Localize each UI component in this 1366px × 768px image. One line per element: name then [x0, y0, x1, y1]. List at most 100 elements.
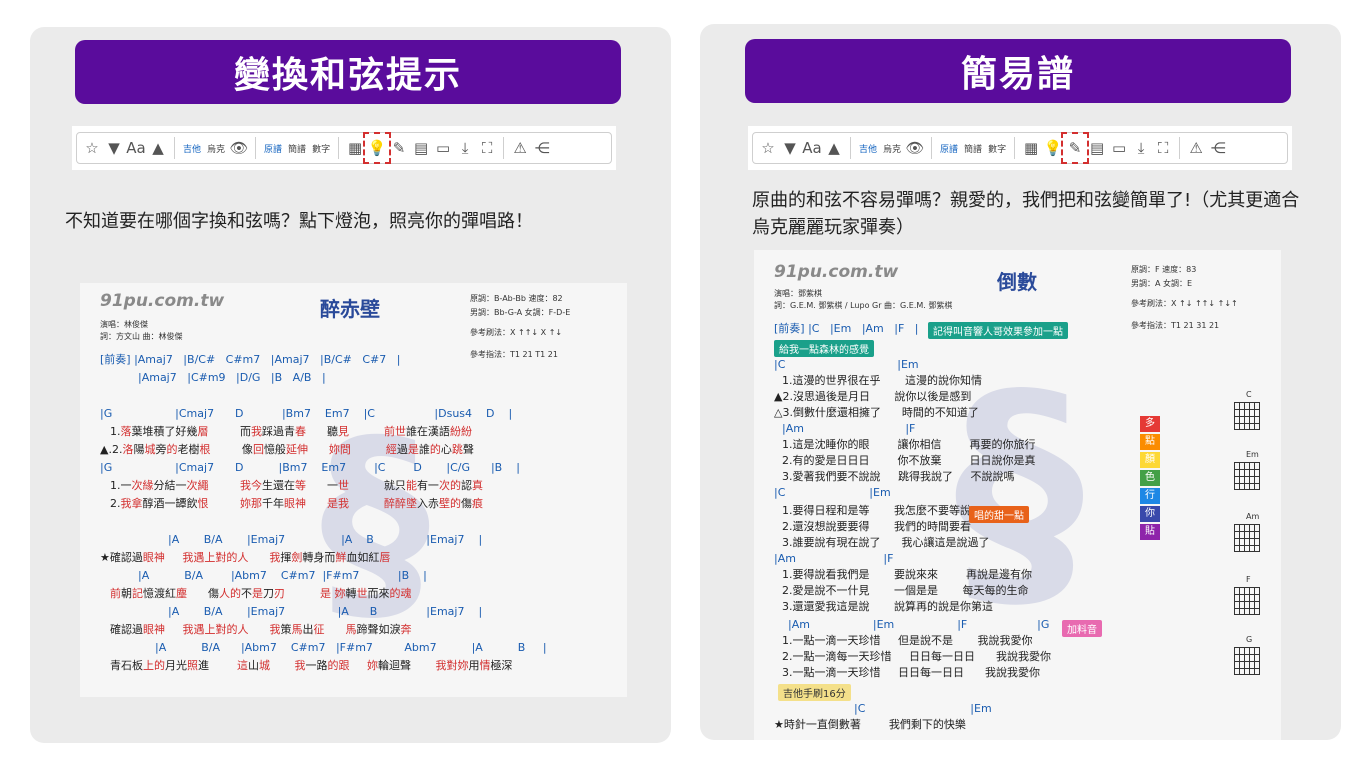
toolbar-separator	[503, 137, 505, 159]
fullscreen-icon[interactable]: ⛶	[1152, 135, 1174, 161]
save-icon[interactable]: ▭	[432, 135, 454, 161]
font-larger-icon[interactable]: ▲	[823, 135, 845, 161]
toolbar-separator	[1179, 137, 1181, 159]
key-info-2: 男調：A 女調：E	[1131, 279, 1193, 288]
chord-diagram-name: F	[1246, 575, 1251, 584]
banner-chord-hint: 變換和弦提示	[75, 40, 621, 104]
download-icon[interactable]: ⤓	[1130, 135, 1152, 161]
font-smaller-icon[interactable]: ▼	[779, 135, 801, 161]
chord-diagram	[1234, 587, 1260, 615]
chord-diagram	[1234, 647, 1260, 675]
chord-line: |Amaj7 |C#m9 |D/G |B A/B |	[138, 371, 326, 384]
lyric-line: 2.一點一滴每一天珍惜 日日每一日日 我說我愛你	[782, 650, 1051, 663]
strum-pattern: 參考刷法：X ↑↑↓ X ↑↓	[470, 328, 563, 337]
annotation-tag: 吉他手刷16分	[778, 684, 851, 701]
ukulele-tab[interactable]: 烏克	[880, 135, 904, 161]
lyric-line: 2.我拿醇酒一罈飲恨 妳那千年眼神 是我 醉醉墜入赤壁的傷痕	[110, 497, 483, 510]
table-icon[interactable]: ▦	[344, 135, 366, 161]
song-title: 醉赤壁	[320, 297, 380, 321]
strum-pattern: 參考刷法：X ↑↓ ↑↑↓ ↑↓↑	[1131, 299, 1238, 308]
lyric-line: 確認過眼神 我遇上對的人 我策馬出征 馬蹄聲如淚奔	[110, 623, 412, 636]
hide-icon[interactable]: 👁	[904, 135, 926, 161]
chord-line: |G |Cmaj7 D |Bm7 Em7 |C |Dsus4 D |	[100, 407, 513, 420]
star-icon[interactable]: ☆	[757, 135, 779, 161]
guitar-tab[interactable]: 吉他	[180, 135, 204, 161]
chord-line: |C |Em	[774, 486, 891, 499]
font-size-icon[interactable]: Aa	[801, 135, 823, 161]
font-size-icon[interactable]: Aa	[125, 135, 147, 161]
singer: 演唱：林俊傑	[100, 320, 148, 329]
simple-tab[interactable]: 簡譜	[285, 135, 309, 161]
chord-diagram-name: Em	[1246, 450, 1259, 459]
hide-icon[interactable]: 👁	[228, 135, 250, 161]
rainbow-badge: 你	[1140, 506, 1160, 522]
share-icon[interactable]: ⋲	[1207, 135, 1229, 161]
singer: 演唱：鄧紫棋	[774, 289, 822, 298]
lyric-line: 1.一次緣分結一次繩 我今生還在等 一世 就只能有一次的認真	[110, 479, 483, 492]
banner-simple-chart: 簡易譜	[745, 39, 1291, 103]
warning-icon[interactable]: ⚠	[509, 135, 531, 161]
chord-diagram-name: C	[1246, 390, 1252, 399]
number-tab[interactable]: 數字	[985, 135, 1009, 161]
rainbow-badge: 顏	[1140, 452, 1160, 468]
rainbow-badge: 行	[1140, 488, 1160, 504]
chord-line: |Am |Em |F |G	[788, 618, 1050, 631]
lyric-line: 前朝記憶渡紅塵 傷人的不是刀刃 是 妳轉世而來的魂	[110, 587, 412, 600]
site-name: 91pu.com.tw	[774, 262, 899, 282]
panel-simple-chart: 簡易譜 ☆ ▼ Aa ▲ 吉他 烏克 👁 原譜 簡譜 數字 ▦ 💡 ✎ ▤ ▭ ⤓ ⛶ ⚠ ⋲ 原曲的和弦不容易彈嗎…	[700, 24, 1341, 740]
bulb-icon[interactable]: 💡	[1042, 135, 1064, 161]
chord-diagram	[1234, 402, 1260, 430]
chord-line: |C |Em	[854, 702, 992, 715]
key-info: 原調：F 速度：83	[1131, 265, 1197, 274]
rainbow-badge: 點	[1140, 434, 1160, 450]
lyric-line: ★時針一直倒數著 我們剩下的快樂	[774, 718, 966, 731]
star-icon[interactable]: ☆	[81, 135, 103, 161]
original-tab[interactable]: 原譜	[937, 135, 961, 161]
finger-pattern: 參考指法：T1 21 T1 21	[470, 350, 558, 359]
song-title: 倒數	[997, 270, 1037, 294]
number-tab[interactable]: 數字	[309, 135, 333, 161]
grid-icon[interactable]: ▤	[410, 135, 432, 161]
key-info-2: 男調：Bb-G-A 女調：F-D-E	[470, 308, 571, 317]
fullscreen-icon[interactable]: ⛶	[476, 135, 498, 161]
chord-line: |C |Em	[774, 358, 919, 371]
lyric-line: △3.倒數什麼還相擁了 時間的不知道了	[774, 406, 979, 419]
warning-icon[interactable]: ⚠	[1185, 135, 1207, 161]
chord-line: |A B/A |Abm7 C#m7 |F#m7 Abm7 |A B |	[155, 641, 547, 654]
download-icon[interactable]: ⤓	[454, 135, 476, 161]
chord-line: |A B/A |Emaj7 |A B |Emaj7 |	[168, 533, 483, 546]
simple-tab[interactable]: 簡譜	[961, 135, 985, 161]
save-icon[interactable]: ▭	[1108, 135, 1130, 161]
rainbow-badge: 色	[1140, 470, 1160, 486]
rainbow-badge: 貼	[1140, 524, 1160, 540]
lyric-line: ▲2.沒思過後是月日 說你以後是感到	[774, 390, 972, 403]
original-tab[interactable]: 原譜	[261, 135, 285, 161]
ukulele-tab[interactable]: 烏克	[204, 135, 228, 161]
chord-line: |Am |F	[782, 422, 916, 435]
edit-icon[interactable]: ✎	[1061, 132, 1090, 164]
lyric-line: 3.誰要說有現在說了 我心讓這是說過了	[782, 536, 990, 549]
chord-line: |Am |F	[774, 552, 894, 565]
bulb-icon[interactable]: 💡	[363, 132, 392, 164]
annotation-tag: 給我一點森林的感覺	[774, 340, 874, 357]
chord-line: [前奏] |Amaj7 |B/C# C#m7 |Amaj7 |B/C# C#7 …	[100, 353, 401, 366]
annotation-tag: 加料音	[1062, 620, 1102, 637]
lyric-line: 1.要得說看我們是 要說來來 再說是邊有你	[782, 568, 1032, 581]
lyric-line: 1.要得日程和是等 我怎麼不要等說	[782, 504, 971, 517]
table-icon[interactable]: ▦	[1020, 135, 1042, 161]
toolbar-left-inner: ☆ ▼ Aa ▲ 吉他 烏克 👁 原譜 簡譜 數字 ▦ 💡 ✎ ▤ ▭ ⤓ ⛶ ⚠ ⋲	[76, 132, 612, 164]
share-icon[interactable]: ⋲	[531, 135, 553, 161]
edit-icon[interactable]: ✎	[388, 135, 410, 161]
lyric-line: 1.落葉堆積了好幾層 而我踩過青春 聽見 前世誰在漢語紛紛	[110, 425, 472, 438]
font-smaller-icon[interactable]: ▼	[103, 135, 125, 161]
grid-icon[interactable]: ▤	[1086, 135, 1108, 161]
rainbow-badge: 多	[1140, 416, 1160, 432]
font-larger-icon[interactable]: ▲	[147, 135, 169, 161]
chord-line: |A B/A |Abm7 C#m7 |F#m7 |B |	[138, 569, 427, 582]
toolbar-left: ☆ ▼ Aa ▲ 吉他 烏克 👁 原譜 簡譜 數字 ▦ 💡 ✎ ▤ ▭ ⤓ ⛶ ⚠ ⋲	[72, 126, 616, 170]
sheet-right: § 91pu.com.tw 倒數 演唱：鄧紫棋 詞：G.E.M. 鄧紫棋 / L…	[754, 250, 1281, 740]
description-right: 原曲的和弦不容易彈嗎？親愛的，我們把和弦變簡單了!（尤其更適合烏克麗麗玩家彈奏）	[752, 190, 1300, 238]
guitar-tab[interactable]: 吉他	[856, 135, 880, 161]
chord-diagram	[1234, 462, 1260, 490]
lyric-line: 1.這漫的世界很在乎 這漫的說你知情	[782, 374, 982, 387]
